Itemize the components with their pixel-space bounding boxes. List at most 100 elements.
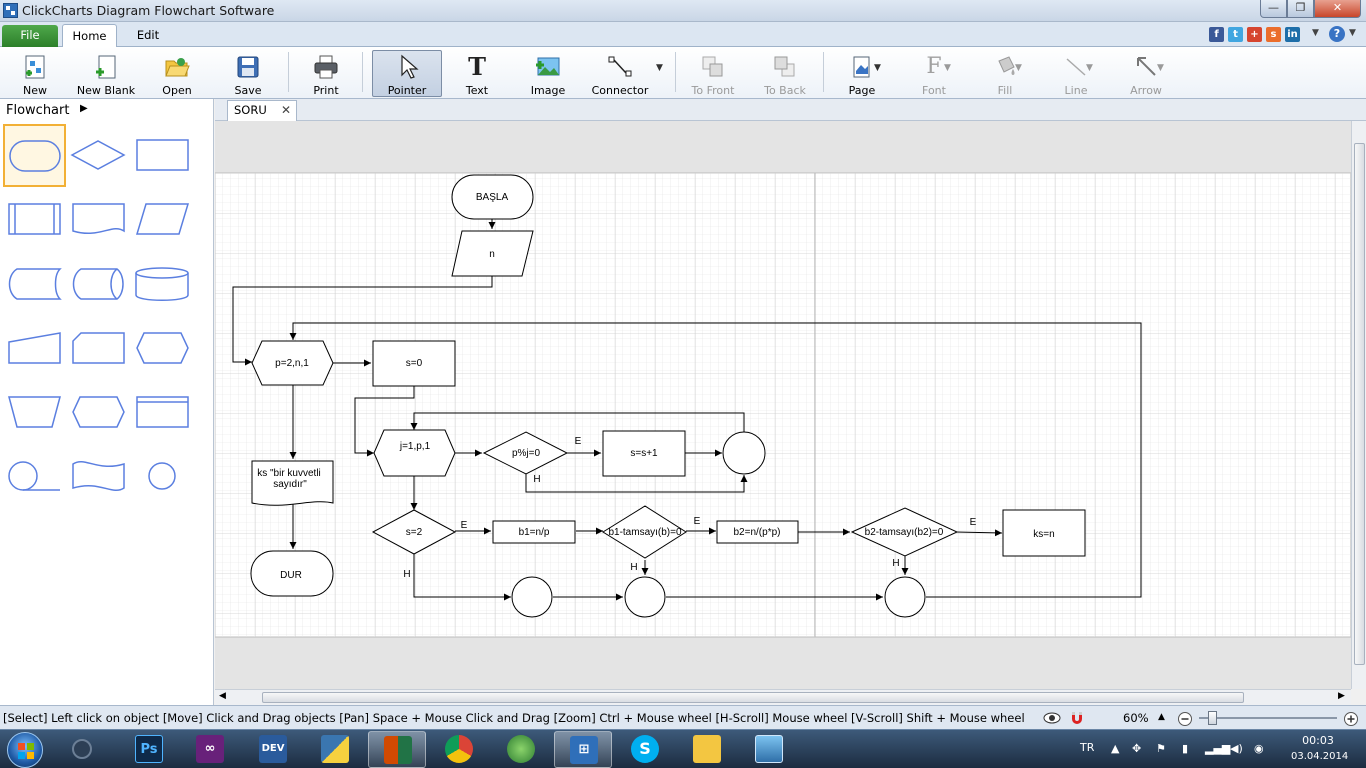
junction-circle bbox=[722, 431, 766, 475]
connector-tool-button[interactable]: Connector bbox=[588, 51, 652, 97]
close-button[interactable]: ✕ bbox=[1314, 0, 1361, 18]
clock-date[interactable]: 03.04.2014 bbox=[1291, 751, 1348, 762]
zoom-slider-thumb[interactable] bbox=[1208, 711, 1217, 725]
document-shape[interactable] bbox=[68, 189, 128, 249]
volume-icon[interactable]: ◀) bbox=[1230, 742, 1243, 755]
sequential-access-shape[interactable] bbox=[4, 446, 64, 506]
taskbar-photoshop[interactable]: Ps bbox=[120, 731, 178, 768]
taskbar-chrome[interactable] bbox=[430, 731, 488, 768]
arrow-button[interactable]: Arrow bbox=[1124, 51, 1168, 97]
data-shape[interactable] bbox=[132, 189, 192, 249]
arrow-dropdown-icon[interactable]: ▼ bbox=[1157, 63, 1164, 73]
decision-shape[interactable] bbox=[68, 125, 128, 185]
output-label-line2: sayıdır" bbox=[273, 479, 307, 490]
help-icon[interactable]: ? bbox=[1329, 26, 1345, 42]
facebook-icon[interactable]: f bbox=[1209, 27, 1224, 42]
horizontal-scroll-thumb[interactable] bbox=[262, 692, 1244, 703]
connector-shape[interactable] bbox=[132, 446, 192, 506]
help-chevron-icon[interactable]: ▼ bbox=[1349, 28, 1356, 38]
taskbar-skype[interactable]: S bbox=[616, 731, 674, 768]
minimize-button[interactable]: — bbox=[1260, 0, 1287, 18]
tray-expand-icon[interactable]: ▲ bbox=[1111, 742, 1119, 755]
taskbar-python[interactable] bbox=[306, 731, 364, 768]
line-button[interactable]: Line bbox=[1054, 51, 1098, 97]
to-back-button[interactable]: To Back bbox=[760, 51, 810, 97]
close-tab-icon[interactable]: ✕ bbox=[281, 101, 291, 120]
new-blank-button[interactable]: New Blank bbox=[76, 51, 136, 97]
image-tool-button[interactable]: Image bbox=[524, 51, 572, 97]
connector-shape-icon bbox=[148, 462, 176, 490]
google-plus-icon[interactable]: + bbox=[1247, 27, 1262, 42]
taskbar-photo-viewer[interactable] bbox=[740, 731, 798, 768]
connector-dropdown-icon[interactable]: ▼ bbox=[656, 63, 663, 73]
card-shape[interactable] bbox=[68, 318, 128, 378]
vertical-scroll-thumb[interactable] bbox=[1354, 143, 1365, 665]
pointer-tool-button[interactable]: Pointer bbox=[372, 50, 442, 97]
stumbleupon-icon[interactable]: s bbox=[1266, 27, 1281, 42]
database-shape[interactable] bbox=[132, 254, 192, 314]
diagram-canvas[interactable]: BAŞLA n p=2,n,1 s=0 j=1,p,1 p%j=0 s=s+1 … bbox=[215, 121, 1351, 689]
battery-icon[interactable]: ▮ bbox=[1182, 742, 1188, 755]
stored-data-shape[interactable] bbox=[4, 254, 64, 314]
taskbar-media-app[interactable] bbox=[53, 731, 111, 768]
document-tab[interactable]: SORU ✕ bbox=[227, 100, 297, 121]
new-button[interactable]: New bbox=[10, 51, 60, 97]
loop-p-label: p=2,n,1 bbox=[275, 358, 309, 369]
scroll-left-arrow-icon[interactable]: ◀ bbox=[219, 691, 226, 701]
tab-file[interactable]: File bbox=[2, 25, 58, 47]
line-dropdown-icon[interactable]: ▼ bbox=[1086, 63, 1093, 73]
taskbar-visual-studio[interactable]: ∞ bbox=[181, 731, 239, 768]
tray-app-icon[interactable]: ✥ bbox=[1132, 742, 1141, 755]
eye-icon[interactable] bbox=[1043, 711, 1061, 725]
chevron-down-icon[interactable]: ▼ bbox=[1312, 28, 1319, 38]
taskbar-devcpp[interactable]: DEV bbox=[244, 731, 302, 768]
magnet-icon[interactable] bbox=[1069, 710, 1085, 726]
display-shape[interactable] bbox=[68, 382, 128, 442]
direct-access-storage-shape[interactable] bbox=[68, 254, 128, 314]
linkedin-icon[interactable]: in bbox=[1285, 27, 1300, 42]
save-button[interactable]: Save bbox=[223, 51, 273, 97]
fill-button[interactable]: Fill bbox=[983, 51, 1027, 97]
start-button[interactable] bbox=[7, 732, 43, 768]
taskbar-explorer[interactable] bbox=[678, 731, 736, 768]
horizontal-scrollbar[interactable]: ◀ ▶ bbox=[215, 689, 1351, 705]
tray-circle-icon[interactable]: ◉ bbox=[1254, 742, 1264, 755]
zoom-in-icon[interactable] bbox=[1343, 711, 1359, 727]
action-center-flag-icon[interactable]: ⚑ bbox=[1156, 742, 1166, 755]
font-button[interactable]: F Font bbox=[912, 51, 956, 97]
internal-storage-shape[interactable] bbox=[132, 382, 192, 442]
terminator-shape[interactable] bbox=[3, 124, 66, 187]
page-dropdown-icon[interactable]: ▼ bbox=[874, 63, 881, 73]
manual-operation-shape[interactable] bbox=[4, 382, 64, 442]
tab-edit[interactable]: Edit bbox=[122, 25, 174, 47]
taskbar-office[interactable] bbox=[368, 731, 426, 768]
panel-expand-arrow-icon[interactable]: ▶ bbox=[80, 103, 88, 114]
twitter-icon[interactable]: t bbox=[1228, 27, 1243, 42]
send-to-back-icon bbox=[774, 56, 795, 77]
clock-time[interactable]: 00:03 bbox=[1298, 734, 1338, 747]
to-front-button[interactable]: To Front bbox=[688, 51, 738, 97]
network-signal-icon[interactable]: ▂▄▆ bbox=[1205, 742, 1230, 755]
font-dropdown-icon[interactable]: ▼ bbox=[944, 63, 951, 73]
taskbar-clickcharts[interactable]: ⊞ bbox=[554, 731, 612, 768]
punched-tape-shape[interactable] bbox=[68, 446, 128, 506]
preparation-shape[interactable] bbox=[132, 318, 192, 378]
devcpp-icon: DEV bbox=[259, 735, 287, 763]
taskbar-network-app[interactable] bbox=[492, 731, 550, 768]
process-shape[interactable] bbox=[132, 125, 192, 185]
fill-dropdown-icon[interactable]: ▼ bbox=[1015, 63, 1022, 73]
predefined-process-shape[interactable] bbox=[4, 189, 64, 249]
vertical-scrollbar[interactable] bbox=[1351, 121, 1366, 689]
open-button[interactable]: Open bbox=[152, 51, 202, 97]
page-button[interactable]: Page bbox=[840, 51, 884, 97]
zoom-dropdown-icon[interactable]: ▲ bbox=[1158, 712, 1165, 722]
print-button[interactable]: Print bbox=[303, 51, 349, 97]
zoom-slider-track[interactable] bbox=[1199, 717, 1337, 719]
scroll-right-arrow-icon[interactable]: ▶ bbox=[1338, 691, 1345, 701]
tab-home[interactable]: Home bbox=[62, 24, 117, 48]
language-indicator[interactable]: TR bbox=[1080, 741, 1094, 754]
maximize-button[interactable]: ❐ bbox=[1287, 0, 1314, 18]
manual-input-shape[interactable] bbox=[4, 318, 64, 378]
zoom-out-icon[interactable] bbox=[1177, 711, 1193, 727]
text-tool-button[interactable]: T Text bbox=[455, 51, 499, 98]
